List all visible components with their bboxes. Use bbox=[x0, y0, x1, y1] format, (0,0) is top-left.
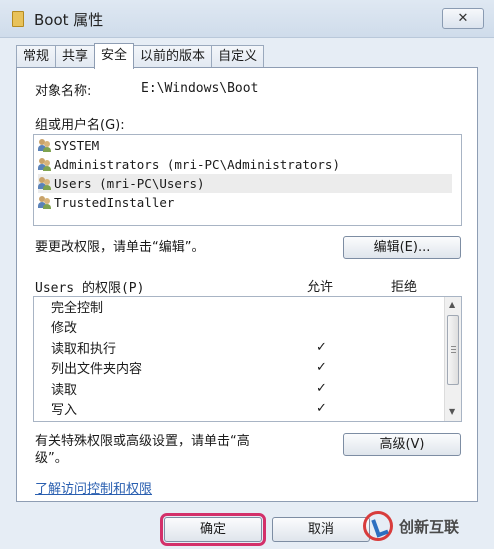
permission-row: 读取和执行 bbox=[51, 340, 116, 360]
permission-row: 读取 bbox=[51, 381, 77, 401]
groups-listbox[interactable]: SYSTEM Administrators (mri-PC\Administra… bbox=[33, 134, 462, 226]
watermark-text: 创新互联 bbox=[399, 517, 460, 536]
deny-column-header: 拒绝 bbox=[391, 280, 418, 295]
allow-check-icon: ✓ bbox=[316, 340, 327, 355]
tab-previous-versions[interactable]: 以前的版本 bbox=[133, 45, 213, 68]
allow-column-header: 允许 bbox=[307, 280, 334, 295]
permission-name: 读取 bbox=[51, 383, 78, 398]
allow-check-icon: ✓ bbox=[316, 401, 327, 416]
allow-check-icon: ✓ bbox=[316, 381, 327, 396]
close-button[interactable]: ✕ bbox=[442, 8, 484, 29]
permission-row: 修改 bbox=[51, 319, 77, 339]
tab-strip: 常规 共享 安全 以前的版本 自定义 bbox=[16, 43, 265, 69]
scroll-down-icon[interactable]: ▼ bbox=[449, 407, 455, 416]
object-name-label: 对象名称: bbox=[35, 84, 92, 99]
user-group-icon bbox=[38, 177, 52, 190]
window-title: Boot 属性 bbox=[34, 11, 104, 29]
folder-icon bbox=[12, 11, 24, 27]
groups-label: 组或用户名(G): bbox=[35, 118, 125, 133]
permission-name: 修改 bbox=[51, 321, 78, 336]
permission-name: 读取和执行 bbox=[51, 342, 117, 357]
learn-access-control-link[interactable]: 了解访问控制和权限 bbox=[35, 478, 152, 497]
permissions-list: 完全控制 修改 读取和执行 ✓ 列出文件夹内容 ✓ 读取 ✓ 写入 ✓ ▲ ▼ bbox=[33, 296, 462, 422]
brand-logo-icon bbox=[363, 511, 393, 541]
tab-security[interactable]: 安全 bbox=[94, 43, 135, 69]
group-name: Administrators (mri-PC\Administrators) bbox=[54, 157, 340, 172]
user-group-icon bbox=[38, 158, 52, 171]
permission-name: 完全控制 bbox=[51, 301, 104, 316]
cancel-button[interactable]: 取消 bbox=[272, 517, 370, 542]
permission-row: 写入 bbox=[51, 401, 77, 421]
group-name: SYSTEM bbox=[54, 138, 100, 153]
group-name: Users (mri-PC\Users) bbox=[54, 176, 205, 191]
permission-row: 完全控制 bbox=[51, 299, 103, 319]
security-panel: 对象名称: E:\Windows\Boot 组或用户名(G): SYSTEM A… bbox=[16, 67, 478, 502]
list-item[interactable]: TrustedInstaller bbox=[38, 193, 452, 212]
list-item[interactable]: Administrators (mri-PC\Administrators) bbox=[38, 155, 452, 174]
edit-hint: 要更改权限，请单击“编辑”。 bbox=[35, 240, 205, 255]
permission-row: 列出文件夹内容 bbox=[51, 360, 142, 380]
ok-button[interactable]: 确定 bbox=[160, 513, 266, 546]
scroll-thumb[interactable] bbox=[447, 315, 459, 385]
permissions-label: Users 的权限(P) bbox=[35, 281, 145, 296]
list-item[interactable]: SYSTEM bbox=[38, 136, 452, 155]
user-group-icon bbox=[38, 139, 52, 152]
advanced-button[interactable]: 高级(V) bbox=[343, 433, 461, 456]
group-name: TrustedInstaller bbox=[54, 195, 175, 210]
tab-general[interactable]: 常规 bbox=[16, 45, 57, 68]
object-name-value: E:\Windows\Boot bbox=[141, 81, 259, 96]
user-group-icon bbox=[38, 196, 52, 209]
allow-check-icon: ✓ bbox=[316, 360, 327, 375]
permissions-scrollbar[interactable]: ▲ ▼ bbox=[444, 297, 461, 421]
tab-sharing[interactable]: 共享 bbox=[55, 45, 96, 68]
permission-name: 列出文件夹内容 bbox=[51, 362, 143, 377]
tab-customize[interactable]: 自定义 bbox=[211, 45, 265, 68]
watermark: 创新互联 bbox=[363, 508, 459, 544]
title-bar: Boot 属性 ✕ bbox=[0, 0, 494, 38]
advanced-hint-line2: 级”。 bbox=[35, 451, 68, 466]
edit-button[interactable]: 编辑(E)... bbox=[343, 236, 461, 259]
list-item-selected[interactable]: Users (mri-PC\Users) bbox=[38, 174, 452, 193]
permission-name: 写入 bbox=[51, 403, 78, 418]
scroll-up-icon[interactable]: ▲ bbox=[449, 300, 455, 309]
